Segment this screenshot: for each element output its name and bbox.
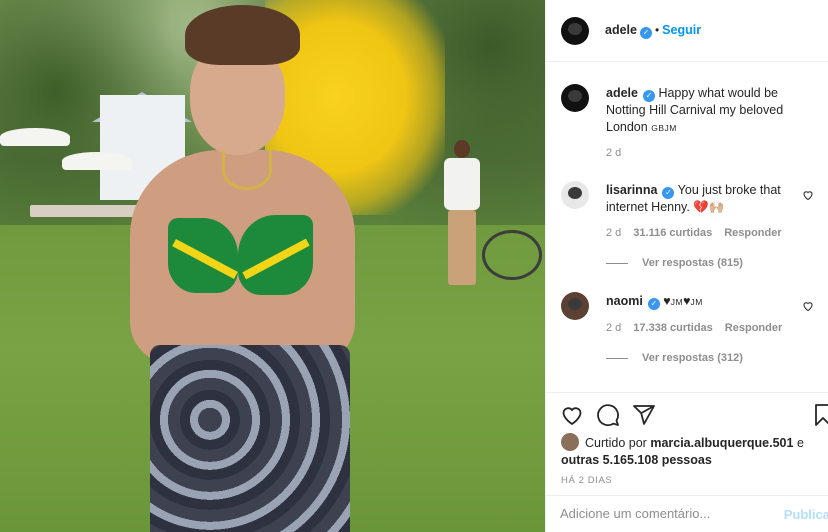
publish-button[interactable]: Publicar [784,507,828,522]
separator-dot: • [654,23,660,37]
view-replies[interactable]: Ver respostas (312) [606,352,743,364]
verified-badge-icon: ✓ [639,27,652,39]
add-comment-bar: Publicar [546,495,828,532]
liker-avatar[interactable] [561,433,579,451]
liked-connector: e [796,436,804,450]
comment-input[interactable] [560,506,760,521]
photo-woman-hair [185,5,300,65]
view-replies-label[interactable]: Ver respostas (815) [642,257,743,269]
replies-line [606,357,628,359]
verified-badge-icon: ✓ [662,187,675,199]
reply-button[interactable]: Responder [725,322,782,334]
photo-necklace [222,150,272,190]
post-header: adele ✓ • Seguir [546,0,828,62]
comment-username[interactable]: naomi [606,294,643,308]
comments-list[interactable]: adele ✓ Happy what would be Notting Hill … [546,62,828,392]
caption-time: 2 d [606,147,622,159]
post-actions: Curtido por marcia.albuquerque.501 e out… [546,392,828,532]
comment-time: 2 d [606,227,622,239]
photo-umbrella [0,128,70,146]
commenter-avatar[interactable] [561,292,589,320]
comment-flag-2: JM [690,297,703,307]
heart-icon[interactable] [560,403,584,427]
comment-likes[interactable]: 31.116 curtidas [633,227,712,239]
comment-meta: 2 d 17.338 curtidas Responder [606,322,794,334]
comment-icon[interactable] [596,403,620,427]
liker-username[interactable]: marcia.albuquerque.501 [650,436,793,450]
share-icon[interactable] [632,403,656,427]
save-icon[interactable] [811,403,828,427]
post-side-panel: adele ✓ • Seguir adele ✓ Happy what would be… [545,0,828,532]
caption-flag: GBJM [651,123,677,133]
caption-text: adele ✓ Happy what would be Notting Hill … [606,85,806,137]
liked-prefix: Curtido por [585,436,647,450]
post-photo[interactable] [0,0,545,532]
replies-line [606,262,628,264]
verified-badge-icon: ✓ [642,90,655,102]
author-username[interactable]: adele [605,23,637,37]
photo-table [30,205,140,217]
comment-flag: JM [670,297,684,307]
photo-tie-dye-pants [150,345,350,532]
comment-heart: ♥ [663,294,671,308]
view-replies-label[interactable]: Ver respostas (312) [642,352,743,364]
comment-time: 2 d [606,322,622,334]
follow-button[interactable]: Seguir [662,23,701,37]
post-date[interactable]: HÁ 2 DIAS [561,475,612,486]
comment-meta: 2 d 31.116 curtidas Responder [606,227,794,239]
liked-by: Curtido por marcia.albuquerque.501 e out… [561,433,821,469]
reply-button[interactable]: Responder [724,227,781,239]
liked-others[interactable]: outras 5.165.108 pessoas [561,453,712,467]
comment-emoji: 💔🙌🏼 [693,200,725,214]
caption-username[interactable]: adele [606,86,638,100]
comment-like-heart-icon[interactable] [802,300,814,312]
photo-background-person [440,140,485,290]
comment-text: lisarinna ✓ You just broke that internet … [606,182,806,216]
author-avatar[interactable] [561,84,589,112]
view-replies[interactable]: Ver respostas (815) [606,257,743,269]
verified-badge-icon: ✓ [647,298,660,310]
commenter-avatar[interactable] [561,181,589,209]
photo-umbrella [62,152,132,170]
caption-meta: 2 d [606,147,633,159]
photo-bicycle [482,230,542,280]
comment-username[interactable]: lisarinna [606,183,657,197]
author-avatar[interactable] [561,17,589,45]
header-author-line: adele ✓ • Seguir [605,23,701,39]
comment-likes[interactable]: 17.338 curtidas [633,322,713,334]
comment-like-heart-icon[interactable] [802,189,814,201]
comment-text: naomi ✓ ♥JM♥JM [606,293,806,311]
